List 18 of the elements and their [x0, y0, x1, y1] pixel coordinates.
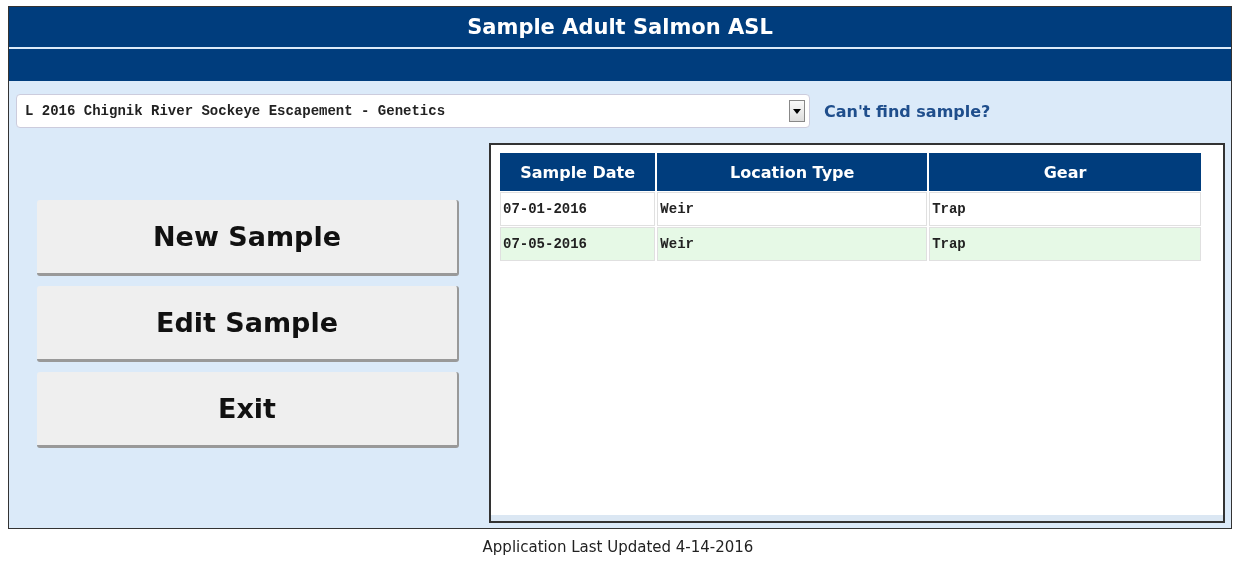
table-row[interactable]: 07-01-2016 Weir Trap — [500, 192, 1201, 226]
table-cell: Trap — [929, 192, 1201, 226]
column-header[interactable]: Location Type — [657, 153, 928, 191]
window-title: Sample Adult Salmon ASL — [9, 7, 1231, 49]
table-cell: 07-05-2016 — [500, 227, 656, 261]
table-cell: Trap — [929, 227, 1201, 261]
action-button[interactable]: New Sample — [37, 200, 459, 276]
column-header[interactable]: Sample Date — [500, 153, 656, 191]
table-cell: Weir — [657, 227, 928, 261]
table-cell: 07-01-2016 — [500, 192, 656, 226]
action-button[interactable]: Edit Sample — [37, 286, 459, 362]
column-header[interactable]: Gear — [929, 153, 1201, 191]
table-cell: Weir — [657, 192, 928, 226]
help-link[interactable]: Can't find sample? — [824, 101, 991, 121]
action-button[interactable]: Exit — [37, 372, 459, 448]
table-row[interactable]: 07-05-2016 Weir Trap — [500, 227, 1201, 261]
sample-dropdown[interactable]: L 2016 Chignik River Sockeye Escapement - Genetics — [16, 94, 810, 128]
footer-text: Application Last Updated 4-14-2016 — [481, 537, 755, 556]
